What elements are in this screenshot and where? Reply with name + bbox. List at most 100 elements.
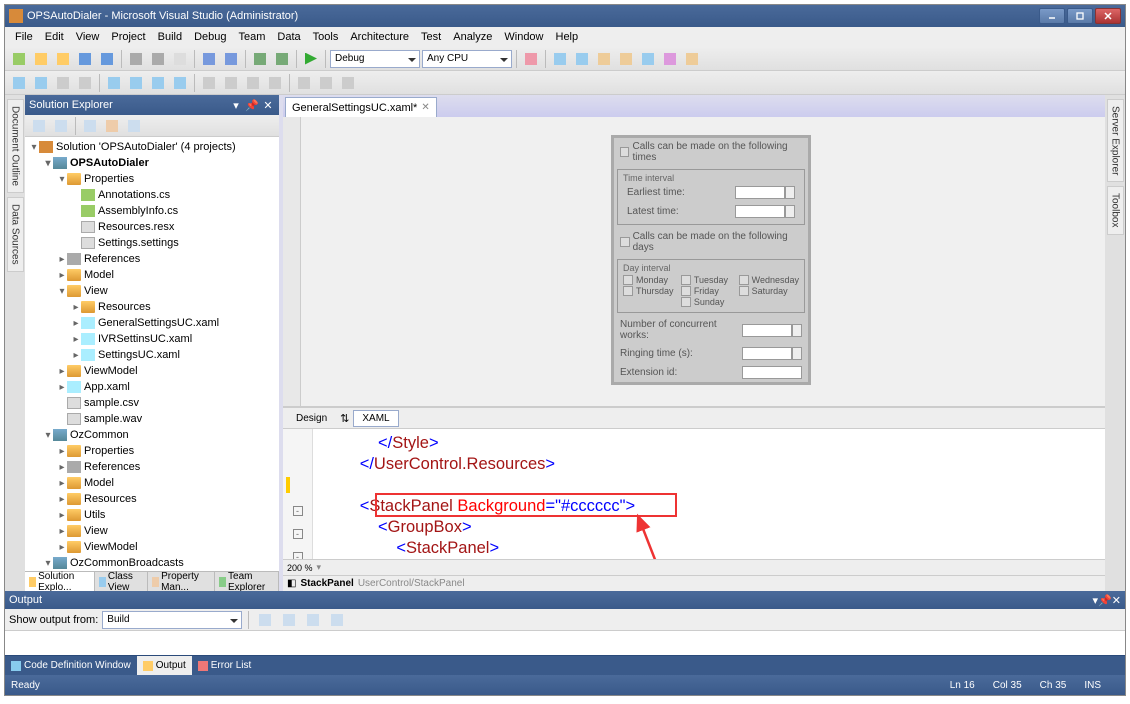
start-button[interactable] <box>301 49 321 69</box>
input-latest[interactable] <box>735 205 785 218</box>
explorer-tab[interactable]: Team Explorer <box>215 572 279 591</box>
menu-file[interactable]: File <box>9 29 39 45</box>
save-all-button[interactable] <box>97 49 117 69</box>
out-btn-d[interactable] <box>327 610 347 630</box>
tb-btn-e[interactable] <box>638 49 658 69</box>
tb-btn-c[interactable] <box>594 49 614 69</box>
split-bar[interactable]: Design ⇅ XAML <box>283 407 1105 429</box>
spinner-ringing[interactable] <box>792 347 802 360</box>
tree-node[interactable]: ▸Properties <box>25 443 279 459</box>
out-btn-c[interactable] <box>303 610 323 630</box>
tb2-h[interactable] <box>170 73 190 93</box>
right-tab-server-explorer[interactable]: Server Explorer <box>1107 99 1124 182</box>
checkbox-day[interactable] <box>739 286 749 296</box>
tb2-j[interactable] <box>221 73 241 93</box>
tb2-d[interactable] <box>75 73 95 93</box>
tb-btn-d[interactable] <box>616 49 636 69</box>
tree-node[interactable]: ▸Utils <box>25 507 279 523</box>
explorer-close-icon[interactable]: ✕ <box>261 98 275 112</box>
tree-node[interactable]: ▸GeneralSettingsUC.xaml <box>25 315 279 331</box>
open-button[interactable] <box>53 49 73 69</box>
bottom-tab[interactable]: Error List <box>192 656 258 675</box>
menu-data[interactable]: Data <box>271 29 306 45</box>
tree-node[interactable]: Annotations.cs <box>25 187 279 203</box>
tree-node[interactable]: ▸References <box>25 251 279 267</box>
spinner-earliest[interactable] <box>785 186 795 199</box>
tab-xaml[interactable]: XAML <box>353 410 398 427</box>
code-editor[interactable]: - - - - </Style> </UserControl.Resources… <box>283 429 1105 559</box>
out-btn-b[interactable] <box>279 610 299 630</box>
explorer-tab[interactable]: Class View <box>95 572 148 591</box>
exp-properties-button[interactable] <box>102 116 122 136</box>
tree-node[interactable]: Settings.settings <box>25 235 279 251</box>
exp-view-button[interactable] <box>124 116 144 136</box>
menu-edit[interactable]: Edit <box>39 29 70 45</box>
crumb-current[interactable]: StackPanel <box>300 578 353 589</box>
designer-pane[interactable]: Calls can be made on the following times… <box>283 117 1105 407</box>
menu-window[interactable]: Window <box>498 29 549 45</box>
tb2-l[interactable] <box>265 73 285 93</box>
tree-node[interactable]: ▸Model <box>25 267 279 283</box>
undo-button[interactable] <box>199 49 219 69</box>
tb2-m[interactable] <box>294 73 314 93</box>
crumb-path[interactable]: UserControl/StackPanel <box>358 578 465 589</box>
menu-tools[interactable]: Tools <box>307 29 345 45</box>
exp-home-button[interactable] <box>29 116 49 136</box>
config-dropdown[interactable]: Debug <box>330 50 420 68</box>
tree-node[interactable]: ▸App.xaml <box>25 379 279 395</box>
tb2-a[interactable] <box>9 73 29 93</box>
menu-help[interactable]: Help <box>550 29 585 45</box>
input-extension[interactable] <box>742 366 802 379</box>
output-pin-icon[interactable]: 📌 <box>1098 594 1112 607</box>
right-tab-toolbox[interactable]: Toolbox <box>1107 186 1124 234</box>
tb2-n[interactable] <box>316 73 336 93</box>
checkbox-day[interactable] <box>623 275 633 285</box>
tb2-f[interactable] <box>126 73 146 93</box>
bottom-tab[interactable]: Code Definition Window <box>5 656 137 675</box>
exp-showall-button[interactable] <box>80 116 100 136</box>
tree-node[interactable]: ▸View <box>25 523 279 539</box>
menu-architecture[interactable]: Architecture <box>344 29 415 45</box>
tab-design[interactable]: Design <box>287 410 336 427</box>
swap-icon[interactable]: ⇅ <box>340 412 349 425</box>
spinner-latest[interactable] <box>785 205 795 218</box>
menu-team[interactable]: Team <box>233 29 272 45</box>
checkbox-day[interactable] <box>623 286 633 296</box>
tb-btn-g[interactable] <box>682 49 702 69</box>
checkbox-days[interactable] <box>620 237 630 247</box>
tree-node[interactable]: ▸References <box>25 459 279 475</box>
close-button[interactable] <box>1095 8 1121 24</box>
new-project-button[interactable] <box>9 49 29 69</box>
redo-button[interactable] <box>221 49 241 69</box>
tree-node[interactable]: ▾Solution 'OPSAutoDialer' (4 projects) <box>25 139 279 155</box>
tree-node[interactable]: ▾Properties <box>25 171 279 187</box>
outline-toggle-1[interactable]: - <box>293 506 303 516</box>
code-lines[interactable]: </Style> </UserControl.Resources> <Stack… <box>313 429 1019 559</box>
exp-refresh-button[interactable] <box>51 116 71 136</box>
tb2-g[interactable] <box>148 73 168 93</box>
output-source-dropdown[interactable]: Build <box>102 611 242 629</box>
copy-button[interactable] <box>148 49 168 69</box>
find-button[interactable] <box>521 49 541 69</box>
output-body[interactable] <box>5 631 1125 655</box>
input-workers[interactable] <box>742 324 792 337</box>
input-earliest[interactable] <box>735 186 785 199</box>
tb2-b[interactable] <box>31 73 51 93</box>
paste-button[interactable] <box>170 49 190 69</box>
tb2-c[interactable] <box>53 73 73 93</box>
explorer-tab[interactable]: Property Man... <box>148 572 215 591</box>
explorer-pin-icon[interactable]: 📌 <box>245 98 259 112</box>
form-preview[interactable]: Calls can be made on the following times… <box>611 135 811 385</box>
solution-tree[interactable]: ▾Solution 'OPSAutoDialer' (4 projects)▾O… <box>25 137 279 571</box>
add-item-button[interactable] <box>31 49 51 69</box>
doc-tab-close-icon[interactable]: ✕ <box>421 102 429 113</box>
tree-node[interactable]: ▾View <box>25 283 279 299</box>
spinner-workers[interactable] <box>792 324 802 337</box>
tree-node[interactable]: ▸Resources <box>25 491 279 507</box>
save-button[interactable] <box>75 49 95 69</box>
outline-toggle-3[interactable]: - <box>293 552 303 559</box>
tree-node[interactable]: ▸IVRSettinsUC.xaml <box>25 331 279 347</box>
checkbox-day[interactable] <box>681 297 691 307</box>
menu-project[interactable]: Project <box>105 29 151 45</box>
menu-analyze[interactable]: Analyze <box>447 29 498 45</box>
